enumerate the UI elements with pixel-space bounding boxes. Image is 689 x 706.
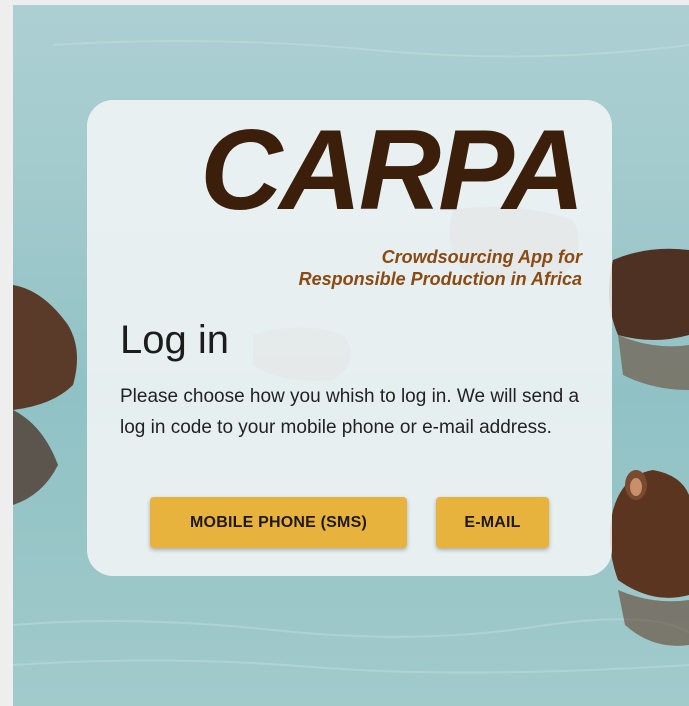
logo-tagline-line2: Responsible Production in Africa: [298, 269, 582, 289]
email-button[interactable]: E-MAIL: [436, 497, 549, 548]
carpa-logo: CARPA Crowdsourcing App for Responsible …: [117, 106, 585, 291]
page-title: Log in: [120, 318, 229, 362]
background-photo: CARPA Crowdsourcing App for Responsible …: [13, 5, 689, 706]
login-instructions: Please choose how you whish to log in. W…: [120, 386, 580, 438]
logo-tagline-line1: Crowdsourcing App for: [381, 247, 582, 267]
logo-wordmark: CARPA: [200, 107, 585, 234]
logo-tagline: Crowdsourcing App for Responsible Produc…: [299, 246, 582, 290]
mobile-phone-sms-button[interactable]: MOBILE PHONE (SMS): [150, 497, 407, 548]
login-card: CARPA Crowdsourcing App for Responsible …: [87, 100, 612, 576]
